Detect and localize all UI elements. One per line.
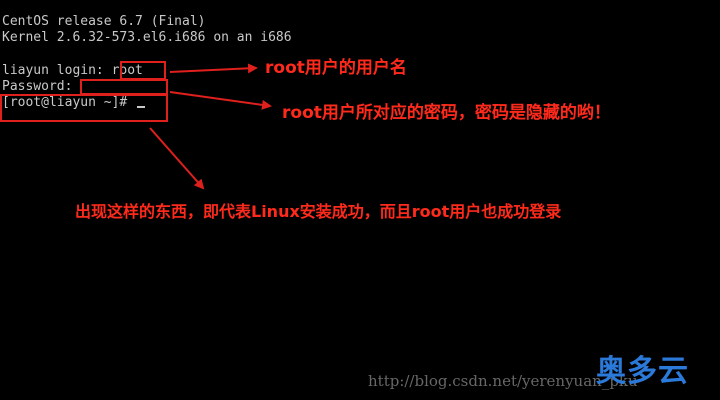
password-arrow [169, 91, 272, 110]
success-annotation: 出现这样的东西，即代表Linux安装成功，而且root用户也成功登录 [75, 202, 562, 221]
watermark-logo: 奥多云 [596, 354, 689, 389]
username-arrow [169, 63, 258, 74]
password-annotation: root用户所对应的密码，密码是隐藏的哟！ [282, 103, 611, 123]
terminal-screen[interactable]: CentOS release 6.7 (Final) Kernel 2.6.32… [0, 0, 720, 400]
success-arrow [149, 127, 205, 190]
username-annotation: root用户的用户名 [265, 58, 407, 78]
